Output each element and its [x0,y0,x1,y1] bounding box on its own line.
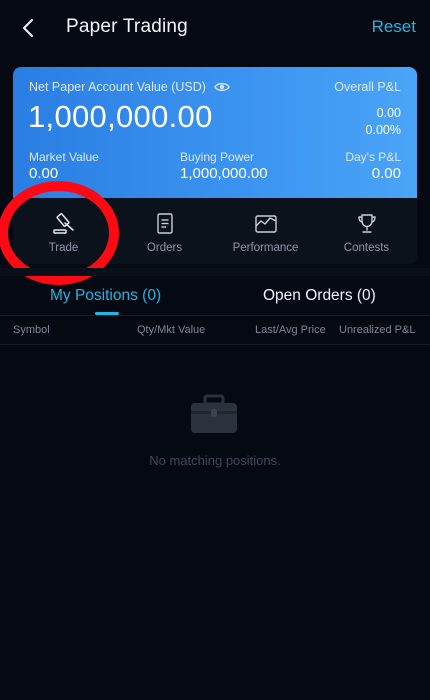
empty-state-message: No matching positions. [149,453,281,468]
menu-item-performance[interactable]: Performance [215,198,316,264]
action-menu: Trade Orders Performance Contests [13,198,417,264]
menu-item-trade[interactable]: Trade [13,198,114,264]
net-value-label-row: Net Paper Account Value (USD) [29,80,230,94]
buying-power-label: Buying Power [180,150,255,164]
document-icon [152,212,178,236]
column-last-avg-price[interactable]: Last/Avg Price [255,324,326,336]
reset-button[interactable]: Reset [372,17,416,37]
trophy-icon [354,212,380,236]
menu-item-label: Performance [232,242,299,254]
section-divider [0,268,430,276]
net-value: 1,000,000.00 [28,99,213,134]
positions-tabs: My Positions (0) Open Orders (0) [0,278,430,316]
app-header: Paper Trading Reset [0,0,430,56]
market-value-label: Market Value [29,150,99,164]
eye-icon[interactable] [214,81,230,93]
column-symbol[interactable]: Symbol [13,324,50,336]
active-tab-indicator [95,312,119,315]
gavel-icon [51,212,77,236]
back-button[interactable] [14,14,42,42]
overall-pl-percent: 0.00% [365,123,401,137]
menu-item-label: Trade [48,242,79,254]
overall-pl-value: 0.00 [376,106,401,120]
briefcase-icon [188,394,240,436]
tab-my-positions[interactable]: My Positions (0) [50,287,161,305]
days-pl-label: Day's P&L [345,150,401,164]
column-qty-mkt-value[interactable]: Qty/Mkt Value [137,324,205,336]
menu-item-contests[interactable]: Contests [316,198,417,264]
overall-pl-label: Overall P&L [334,80,401,94]
tab-open-orders[interactable]: Open Orders (0) [263,287,376,305]
menu-item-label: Orders [146,242,183,254]
menu-item-orders[interactable]: Orders [114,198,215,264]
buying-power-value: 1,000,000.00 [180,165,268,182]
chevron-left-icon [22,18,34,38]
menu-item-label: Contests [343,242,390,254]
chart-icon [253,212,279,236]
positions-column-headers: Symbol Qty/Mkt Value Last/Avg Price Unre… [0,316,430,345]
net-value-label: Net Paper Account Value (USD) [29,80,206,94]
account-summary-card: Net Paper Account Value (USD) 1,000,000.… [13,67,417,198]
days-pl-value: 0.00 [371,165,401,182]
market-value: 0.00 [29,165,59,182]
column-unrealized-pl[interactable]: Unrealized P&L [339,324,415,336]
page-title: Paper Trading [66,16,188,37]
